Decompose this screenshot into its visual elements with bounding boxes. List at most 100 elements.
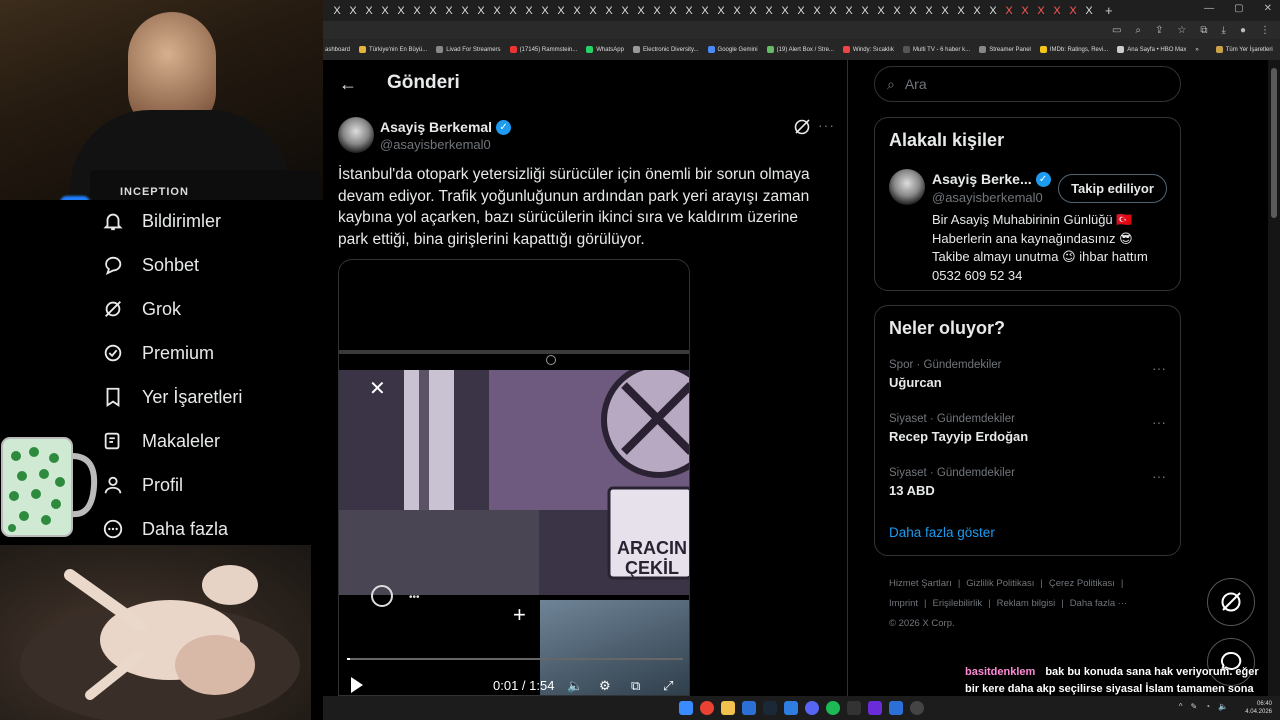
browser-tab[interactable]: X xyxy=(793,4,809,18)
pip-icon[interactable]: ⧉ xyxy=(631,678,640,694)
clock[interactable]: 06:40 4.04.2026 xyxy=(1245,700,1272,716)
system-tray-icons[interactable]: ^ ✎ ◔ 🔈 xyxy=(1179,702,1228,711)
browser-tab[interactable]: X xyxy=(937,4,953,18)
chrome-icon[interactable] xyxy=(700,701,714,715)
related-name[interactable]: Asayiş Berke... xyxy=(932,171,1032,187)
settings-gear-icon[interactable]: ⚙ xyxy=(599,678,611,694)
browser-tab[interactable]: X xyxy=(553,4,569,18)
close-window-button[interactable]: ✕ xyxy=(1264,3,1272,14)
bookmark-item[interactable]: Türkiye'nin En Büyü... xyxy=(359,46,427,53)
browser-tab[interactable]: X xyxy=(665,4,681,18)
browser-tab[interactable]: X xyxy=(569,4,585,18)
bookmark-item[interactable]: ashboard xyxy=(325,47,350,53)
wifi-icon[interactable]: ◔ xyxy=(1205,702,1210,711)
maximize-button[interactable]: ▢ xyxy=(1234,3,1243,14)
browser-tab[interactable]: X xyxy=(873,4,889,18)
video-progress-bar[interactable] xyxy=(347,658,683,660)
browser-tab[interactable]: X xyxy=(1049,4,1065,18)
cast-icon[interactable]: ▭ xyxy=(1112,25,1121,36)
nav-item-bookmark[interactable]: Yer İşaretleri xyxy=(102,386,242,408)
app-icon[interactable] xyxy=(889,701,903,715)
steam-icon[interactable] xyxy=(763,701,777,715)
trend-item[interactable]: Siyaset · Gündemdekiler Recep Tayyip Erd… xyxy=(889,413,1028,444)
browser-tab[interactable]: X xyxy=(985,4,1001,18)
play-icon[interactable] xyxy=(351,677,363,693)
volume-icon[interactable]: 🔈 xyxy=(567,678,583,694)
browser-tab[interactable]: X xyxy=(889,4,905,18)
trend-item[interactable]: Spor · Gündemdekiler Uğurcan xyxy=(889,359,1002,390)
menu-icon[interactable]: ⋮ xyxy=(1260,25,1270,36)
author-name[interactable]: Asayiş Berkemal xyxy=(380,119,492,135)
related-name-row[interactable]: Asayiş Berke... ✓ xyxy=(932,171,1051,187)
browser-tab[interactable]: X xyxy=(1081,4,1097,18)
minimize-button[interactable]: — xyxy=(1204,3,1214,14)
spotify-icon[interactable] xyxy=(826,701,840,715)
volume-tray-icon[interactable]: 🔈 xyxy=(1218,702,1228,711)
browser-tab[interactable]: X xyxy=(777,4,793,18)
browser-tab[interactable]: X xyxy=(537,4,553,18)
browser-tab[interactable]: X xyxy=(1017,4,1033,18)
browser-tab[interactable]: X xyxy=(953,4,969,18)
browser-tab[interactable]: X xyxy=(457,4,473,18)
bookmark-item[interactable]: Windy: Sıcaklık xyxy=(842,46,894,53)
nav-item-chat[interactable]: Sohbet xyxy=(102,254,199,276)
trend-more-icon[interactable]: ··· xyxy=(1152,468,1166,484)
chevron-up-icon[interactable]: ^ xyxy=(1179,702,1183,711)
trend-more-icon[interactable]: ··· xyxy=(1152,360,1166,376)
app-icon[interactable] xyxy=(784,701,798,715)
related-handle[interactable]: @asayisberkemal0 xyxy=(932,190,1043,205)
nav-item-articles[interactable]: Makaleler xyxy=(102,430,220,452)
browser-tab[interactable]: X xyxy=(729,4,745,18)
browser-tab[interactable]: X xyxy=(825,4,841,18)
related-avatar[interactable] xyxy=(889,169,925,205)
browser-tab[interactable]: X xyxy=(601,4,617,18)
browser-tab[interactable]: X xyxy=(905,4,921,18)
browser-tab[interactable]: X xyxy=(505,4,521,18)
more-options-icon[interactable]: ··· xyxy=(818,117,835,133)
browser-tab[interactable]: X xyxy=(761,4,777,18)
bookmark-item[interactable]: (17145) Rammstein... xyxy=(509,46,577,53)
browser-tab[interactable]: X xyxy=(697,4,713,18)
folder-icon[interactable] xyxy=(721,701,735,715)
scrollbar-thumb[interactable] xyxy=(1271,68,1277,218)
share-icon[interactable]: ⇪ xyxy=(1155,25,1163,36)
browser-tab[interactable]: X xyxy=(745,4,761,18)
bookmark-item[interactable]: WhatsApp xyxy=(586,46,624,53)
bookmark-item[interactable]: Livad For Streamers xyxy=(436,46,501,53)
edge-icon[interactable] xyxy=(742,701,756,715)
footer-link[interactable]: Çerez Politikası xyxy=(1049,578,1115,589)
footer-link[interactable]: Daha fazla ··· xyxy=(1070,598,1128,609)
footer-link[interactable]: Reklam bilgisi xyxy=(997,598,1056,609)
browser-tab[interactable]: X xyxy=(1065,4,1081,18)
browser-tab[interactable]: X xyxy=(857,4,873,18)
download-icon[interactable]: ⤓ xyxy=(1222,25,1226,36)
author-handle[interactable]: @asayisberkemal0 xyxy=(380,137,491,152)
browser-tab[interactable]: X xyxy=(377,4,393,18)
trend-more-icon[interactable]: ··· xyxy=(1152,414,1166,430)
zoom-icon[interactable]: ⌕ xyxy=(1135,25,1141,36)
grok-fab-button[interactable] xyxy=(1207,578,1255,626)
back-arrow-icon[interactable]: ← xyxy=(339,74,359,94)
discord-icon[interactable] xyxy=(805,701,819,715)
nav-item-profile[interactable]: Profil xyxy=(102,474,183,496)
footer-link[interactable]: Gizlilik Politikası xyxy=(966,578,1034,589)
browser-tab[interactable]: X xyxy=(681,4,697,18)
browser-tab[interactable]: X xyxy=(585,4,601,18)
nav-item-grok[interactable]: Grok xyxy=(102,298,181,320)
browser-tab[interactable]: X xyxy=(921,4,937,18)
footer-link[interactable]: Imprint xyxy=(889,598,918,609)
browser-tab[interactable]: X xyxy=(329,4,345,18)
nav-item-bell[interactable]: Bildirimler xyxy=(102,210,221,232)
star-icon[interactable]: ☆ xyxy=(1177,25,1186,36)
browser-tab[interactable]: X xyxy=(521,4,537,18)
author-avatar[interactable] xyxy=(338,117,374,153)
browser-tab[interactable]: X xyxy=(649,4,665,18)
browser-tab[interactable]: X xyxy=(345,4,361,18)
browser-tab[interactable]: X xyxy=(969,4,985,18)
show-more-link[interactable]: Daha fazla göster xyxy=(889,525,995,540)
browser-tab[interactable]: X xyxy=(633,4,649,18)
extensions-icon[interactable]: ⧉ xyxy=(1200,25,1207,36)
following-button[interactable]: Takip ediliyor xyxy=(1058,174,1167,203)
trend-item[interactable]: Siyaset · Gündemdekiler 13 ABD xyxy=(889,467,1015,498)
video-player[interactable]: ARACIN ÇEKİL ✕ ••• + 0:01 / 1:54 🔈 ⚙ ⧉ ⤢ xyxy=(338,259,690,696)
